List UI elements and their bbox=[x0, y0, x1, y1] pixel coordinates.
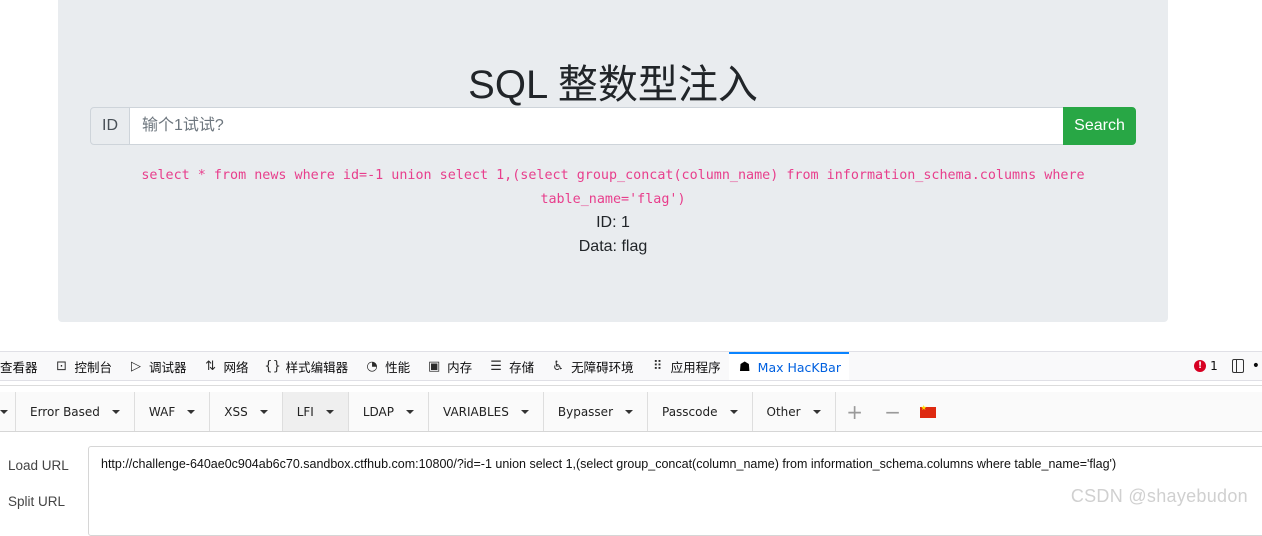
load-url-button[interactable]: Load URL bbox=[8, 458, 69, 473]
tab-debugger-label: 调试器 bbox=[149, 359, 187, 375]
menu-passcode-label: Passcode bbox=[662, 404, 718, 419]
console-icon: ⊡ bbox=[56, 358, 67, 374]
page-title: SQL 整数型注入 bbox=[468, 63, 758, 107]
tab-inspector[interactable]: 查看器 bbox=[0, 352, 46, 380]
menu-error-based-label: Error Based bbox=[30, 404, 100, 419]
chevron-down-icon bbox=[520, 409, 529, 414]
menu-xss-label: XSS bbox=[224, 404, 248, 419]
tab-storage-label: 存储 bbox=[509, 359, 535, 375]
china-flag-icon bbox=[919, 404, 936, 418]
language-switch[interactable] bbox=[912, 392, 936, 431]
tab-accessibility[interactable]: ♿ 无障碍环境 bbox=[542, 352, 642, 380]
menu-other-label: Other bbox=[766, 404, 801, 419]
network-icon: ⇅ bbox=[205, 358, 216, 374]
tab-max-hackbar[interactable]: ☗ Max HacKBar bbox=[728, 352, 849, 380]
storage-icon: ☰ bbox=[490, 358, 502, 374]
tab-application[interactable]: ⠿ 应用程序 bbox=[642, 352, 729, 380]
error-count-badge[interactable]: ! 1 bbox=[1194, 359, 1218, 373]
tab-console-label: 控制台 bbox=[74, 359, 113, 375]
dock-side-icon[interactable] bbox=[1231, 359, 1244, 373]
tab-console[interactable]: ⊡ 控制台 bbox=[46, 352, 121, 380]
chevron-down-icon bbox=[625, 409, 633, 414]
chevron-down-icon bbox=[406, 409, 415, 414]
result-data: Data: flag bbox=[578, 238, 648, 255]
chevron-down-icon bbox=[0, 409, 8, 414]
style-editor-icon: {} bbox=[264, 358, 281, 374]
tab-style-editor-label: 样式编辑器 bbox=[285, 359, 349, 375]
menu-variables[interactable]: VARIABLES bbox=[429, 392, 544, 431]
menu-variables-label: VARIABLES bbox=[443, 404, 509, 419]
menu-waf-label: WAF bbox=[148, 404, 176, 419]
sql-query-text: select * from news where id=-1 union sel… bbox=[141, 168, 1085, 207]
tab-network-label: 网络 bbox=[223, 359, 249, 375]
error-icon: ! bbox=[1194, 360, 1207, 372]
plus-icon[interactable]: + bbox=[836, 392, 874, 431]
devtools-right-controls: ! 1 • bbox=[1194, 352, 1262, 380]
chevron-down-icon bbox=[729, 409, 738, 414]
more-options-icon[interactable]: • bbox=[1252, 358, 1260, 374]
id-prefix-label: ID bbox=[90, 107, 130, 145]
tab-inspector-label: 查看器 bbox=[0, 359, 38, 375]
menu-ldap-label: LDAP bbox=[362, 404, 395, 419]
menu-passcode[interactable]: Passcode bbox=[648, 392, 753, 431]
tab-memory[interactable]: ▣ 内存 bbox=[418, 352, 480, 380]
menu-other[interactable]: Other bbox=[753, 392, 836, 431]
tab-accessibility-label: 无障碍环境 bbox=[571, 359, 634, 375]
accessibility-icon: ♿ bbox=[552, 358, 564, 374]
tab-debugger[interactable]: ▷ 调试器 bbox=[120, 352, 195, 380]
tab-max-hackbar-label: Max HacKBar bbox=[757, 359, 841, 375]
chevron-down-icon bbox=[187, 409, 196, 414]
panel-divider bbox=[0, 385, 1262, 386]
id-input[interactable] bbox=[130, 107, 1063, 145]
menu-lfi[interactable]: LFI bbox=[282, 392, 349, 431]
search-button[interactable]: Search bbox=[1063, 107, 1136, 145]
memory-icon: ▣ bbox=[427, 358, 441, 374]
watermark: CSDN @shayebudon bbox=[1070, 486, 1248, 506]
jumbotron: SQL 整数型注入 ID Search select * from news w… bbox=[58, 0, 1168, 322]
minus-icon[interactable]: − bbox=[874, 392, 912, 431]
menu-bypasser[interactable]: Bypasser bbox=[544, 392, 648, 431]
hackbar-menu-bar: Error Based WAF XSS LFI LDAP VARIABLES B… bbox=[0, 392, 1262, 432]
tab-network[interactable]: ⇅ 网络 bbox=[195, 352, 257, 380]
application-icon: ⠿ bbox=[652, 358, 663, 374]
menu-lfi-label: LFI bbox=[296, 404, 314, 419]
tab-performance-label: 性能 bbox=[385, 359, 411, 375]
tab-application-label: 应用程序 bbox=[670, 359, 721, 375]
tab-memory-label: 内存 bbox=[447, 359, 473, 375]
menu-ldap[interactable]: LDAP bbox=[349, 392, 430, 431]
hackbar-menu-overflow[interactable] bbox=[0, 392, 16, 431]
split-url-button[interactable]: Split URL bbox=[8, 494, 65, 509]
tab-performance[interactable]: ◔ 性能 bbox=[356, 352, 418, 380]
search-form: ID Search bbox=[90, 107, 1136, 145]
menu-xss[interactable]: XSS bbox=[210, 392, 283, 431]
chevron-down-icon bbox=[259, 409, 268, 414]
menu-error-based[interactable]: Error Based bbox=[16, 392, 135, 431]
performance-icon: ◔ bbox=[366, 358, 378, 374]
tab-storage[interactable]: ☰ 存储 bbox=[480, 352, 542, 380]
error-count: 1 bbox=[1210, 359, 1218, 373]
result-id: ID: 1 bbox=[596, 214, 630, 231]
devtools-tab-bar: 查看器 ⊡ 控制台 ▷ 调试器 ⇅ 网络 {} 样式编辑器 ◔ 性能 ▣ 内存 … bbox=[0, 351, 1262, 381]
menu-waf[interactable]: WAF bbox=[135, 392, 211, 431]
menu-bypasser-label: Bypasser bbox=[557, 404, 613, 419]
chevron-down-icon bbox=[325, 409, 334, 414]
hackbar-icon: ☗ bbox=[738, 359, 751, 375]
tab-style-editor[interactable]: {} 样式编辑器 bbox=[257, 352, 357, 380]
debugger-icon: ▷ bbox=[131, 358, 142, 374]
chevron-down-icon bbox=[111, 409, 120, 414]
chevron-down-icon bbox=[812, 409, 821, 414]
